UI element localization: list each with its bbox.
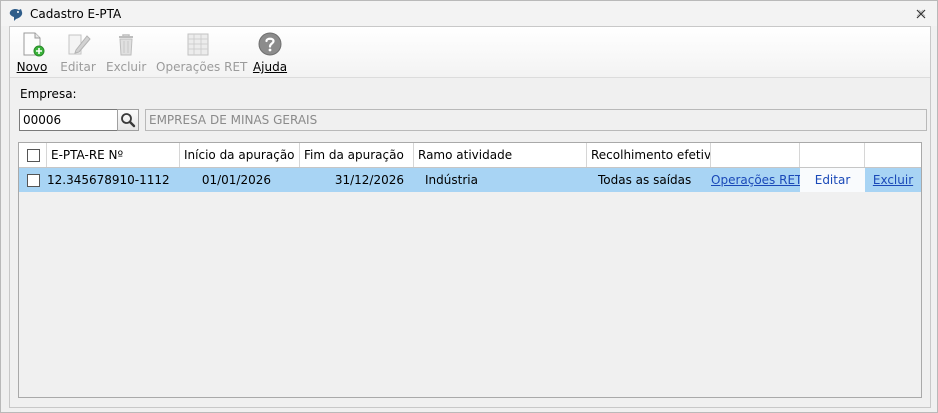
title-bar: Cadastro E-PTA: [1, 1, 937, 26]
excluir-label: Excluir: [106, 60, 147, 74]
edit-icon: [68, 34, 91, 55]
search-button[interactable]: [117, 109, 139, 131]
header-recolhimento[interactable]: Recolhimento efetivo: [587, 143, 711, 167]
cell-epta: 12.345678910-1112: [47, 173, 170, 187]
select-all-checkbox[interactable]: [27, 149, 40, 162]
novo-label: Novo: [16, 60, 48, 74]
toolbar: Novo Editar Excluir Operações RET Ajuda: [10, 27, 930, 78]
header-epta[interactable]: E-PTA-RE Nº: [47, 143, 180, 167]
editar-button[interactable]: Editar: [60, 30, 96, 74]
operacoes-ret-button[interactable]: Operações RET: [156, 30, 248, 74]
header-ramo[interactable]: Ramo atividade: [414, 143, 587, 167]
close-button[interactable]: [911, 5, 931, 23]
cell-ramo: Indústria: [425, 173, 478, 187]
spreadsheet-icon: [187, 33, 209, 56]
trash-icon: [119, 34, 133, 56]
cell-excluir: Excluir: [865, 168, 921, 192]
operacoes-ret-link[interactable]: Operações RET: [711, 173, 800, 187]
main-panel: Novo Editar Excluir Operações RET Ajuda …: [9, 26, 931, 408]
header-excluir: [865, 143, 921, 167]
editar-link[interactable]: Editar: [815, 173, 851, 187]
new-document-icon: [23, 32, 45, 57]
empresa-code-input[interactable]: 00006: [19, 109, 124, 131]
novo-button[interactable]: Novo: [16, 30, 48, 74]
close-icon: [916, 9, 926, 19]
excluir-link[interactable]: Excluir: [873, 173, 913, 187]
editar-label: Editar: [60, 60, 96, 74]
cell-inicio: 01/01/2026: [201, 173, 271, 187]
header-inicio[interactable]: Início da apuração: [180, 143, 300, 167]
cell-editar: Editar: [800, 168, 865, 192]
empresa-name-field: EMPRESA DE MINAS GERAIS: [145, 109, 927, 131]
header-fim[interactable]: Fim da apuração: [300, 143, 414, 167]
header-op-ret: [711, 143, 800, 167]
header-editar: [800, 143, 865, 167]
cell-recolhimento: Todas as saídas: [598, 173, 692, 187]
row-checkbox-cell: [19, 168, 47, 192]
excluir-button[interactable]: Excluir: [106, 30, 146, 74]
cell-fim: 31/12/2026: [334, 173, 404, 187]
empresa-label: Empresa:: [20, 87, 77, 101]
header-select-all-cell: [19, 143, 47, 167]
window-title: Cadastro E-PTA: [30, 7, 122, 21]
app-icon: [9, 8, 23, 21]
row-checkbox[interactable]: [27, 174, 40, 187]
search-icon: [121, 113, 136, 128]
ajuda-label: Ajuda: [252, 60, 288, 74]
table-row[interactable]: 12.345678910-1112 01/01/2026 31/12/2026 …: [19, 168, 921, 192]
ajuda-button[interactable]: Ajuda: [250, 30, 290, 74]
table-header: E-PTA-RE Nº Início da apuração Fim da ap…: [19, 143, 921, 168]
cell-op-ret: Operações RET: [711, 168, 800, 192]
operacoes-ret-label: Operações RET: [156, 60, 248, 74]
help-icon: [258, 32, 282, 56]
epta-table: E-PTA-RE Nº Início da apuração Fim da ap…: [18, 142, 922, 398]
window: Cadastro E-PTA Novo Editar Excluir Opera…: [0, 0, 938, 413]
